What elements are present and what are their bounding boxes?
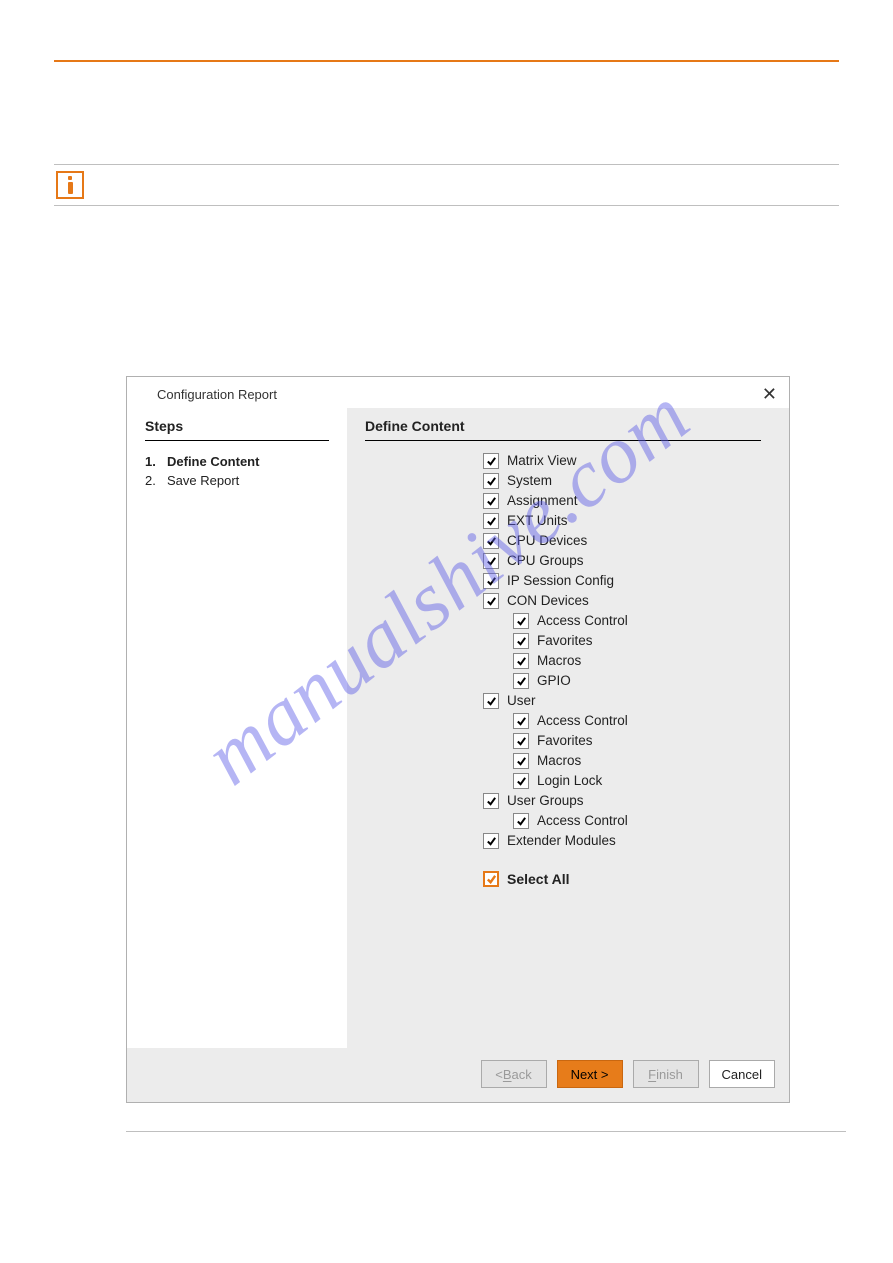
checkbox-row[interactable]: Extender Modules — [483, 833, 761, 849]
checkbox-label: Login Lock — [537, 774, 602, 788]
checkbox-label: Extender Modules — [507, 834, 616, 848]
checkbox-row[interactable]: CON Devices — [483, 593, 761, 609]
finish-post: inish — [656, 1067, 683, 1082]
checkbox-icon[interactable] — [483, 573, 499, 589]
dialog-title: Configuration Report — [127, 377, 789, 408]
checkbox-label: Favorites — [537, 734, 593, 748]
step-num: 1. — [145, 453, 167, 472]
step-label: Save Report — [167, 472, 239, 491]
checkbox-icon[interactable] — [513, 753, 529, 769]
checkbox-icon[interactable] — [483, 593, 499, 609]
checkbox-label: EXT Units — [507, 514, 568, 528]
checkbox-label: Favorites — [537, 634, 593, 648]
checkbox-label: Matrix View — [507, 454, 577, 468]
checkbox-icon[interactable] — [513, 733, 529, 749]
content-checklist: Matrix View System Assignment EXT Units CPU … — [365, 453, 761, 849]
back-button: < Back — [481, 1060, 547, 1088]
checkbox-row[interactable]: Access Control — [483, 713, 761, 729]
checkbox-row[interactable]: Macros — [483, 753, 761, 769]
checkbox-row[interactable]: System — [483, 473, 761, 489]
checkbox-row[interactable]: User Groups — [483, 793, 761, 809]
checkbox-label: Assignment — [507, 494, 578, 508]
checkbox-label: Access Control — [537, 614, 628, 628]
checkbox-icon[interactable] — [483, 453, 499, 469]
checkbox-row[interactable]: CPU Devices — [483, 533, 761, 549]
close-icon[interactable]: ✕ — [762, 385, 777, 403]
config-report-dialog: Configuration Report ✕ Steps 1.Define Co… — [126, 376, 790, 1103]
step-label: Define Content — [167, 453, 259, 472]
checkbox-label: CPU Devices — [507, 534, 587, 548]
steps-list: 1.Define Content2.Save Report — [145, 453, 329, 491]
button-bar: < Back Next > Finish Cancel — [127, 1048, 789, 1102]
checkbox-label: IP Session Config — [507, 574, 614, 588]
next-button[interactable]: Next > — [557, 1060, 623, 1088]
checkbox-icon[interactable] — [483, 553, 499, 569]
checkbox-icon[interactable] — [513, 613, 529, 629]
checkbox-label: System — [507, 474, 552, 488]
checkbox-icon[interactable] — [513, 633, 529, 649]
select-all-label: Select All — [507, 871, 570, 887]
checkbox-label: GPIO — [537, 674, 571, 688]
info-callout-row — [54, 164, 839, 206]
define-content-heading: Define Content — [365, 418, 761, 441]
checkbox-row[interactable]: IP Session Config — [483, 573, 761, 589]
checkbox-row[interactable]: User — [483, 693, 761, 709]
checkbox-icon[interactable] — [513, 773, 529, 789]
back-pre: < — [495, 1067, 503, 1082]
checkbox-label: CPU Groups — [507, 554, 584, 568]
checkbox-icon[interactable] — [483, 473, 499, 489]
checkbox-icon[interactable] — [483, 871, 499, 887]
checkbox-label: User — [507, 694, 536, 708]
checkbox-row[interactable]: GPIO — [483, 673, 761, 689]
checkbox-label: Access Control — [537, 714, 628, 728]
checkbox-icon[interactable] — [513, 813, 529, 829]
finish-mn: F — [648, 1067, 656, 1082]
checkbox-icon[interactable] — [513, 673, 529, 689]
checkbox-row[interactable]: Access Control — [483, 613, 761, 629]
cancel-button[interactable]: Cancel — [709, 1060, 775, 1088]
checkbox-icon[interactable] — [513, 653, 529, 669]
checkbox-row[interactable]: Access Control — [483, 813, 761, 829]
select-all-row[interactable]: Select All — [483, 871, 761, 887]
checkbox-icon[interactable] — [483, 513, 499, 529]
checkbox-row[interactable]: Macros — [483, 653, 761, 669]
checkbox-row[interactable]: EXT Units — [483, 513, 761, 529]
steps-heading: Steps — [145, 418, 329, 441]
checkbox-label: Access Control — [537, 814, 628, 828]
page-bottom-rule — [126, 1131, 846, 1132]
back-post: ack — [512, 1067, 532, 1082]
step-row: 1.Define Content — [145, 453, 329, 472]
checkbox-icon[interactable] — [513, 713, 529, 729]
finish-button: Finish — [633, 1060, 699, 1088]
checkbox-row[interactable]: CPU Groups — [483, 553, 761, 569]
checkbox-row[interactable]: Favorites — [483, 733, 761, 749]
checkbox-icon[interactable] — [483, 793, 499, 809]
steps-panel: Steps 1.Define Content2.Save Report — [127, 408, 347, 1048]
checkbox-row[interactable]: Matrix View — [483, 453, 761, 469]
info-icon — [56, 171, 84, 199]
checkbox-label: Macros — [537, 654, 581, 668]
content-panel: Define Content Matrix View System Assignme… — [347, 408, 789, 1048]
step-row: 2.Save Report — [145, 472, 329, 491]
checkbox-icon[interactable] — [483, 533, 499, 549]
back-mn: B — [503, 1067, 512, 1082]
checkbox-row[interactable]: Assignment — [483, 493, 761, 509]
page-top-rule — [54, 60, 839, 62]
checkbox-icon[interactable] — [483, 493, 499, 509]
checkbox-label: Macros — [537, 754, 581, 768]
checkbox-row[interactable]: Favorites — [483, 633, 761, 649]
checkbox-label: User Groups — [507, 794, 584, 808]
checkbox-row[interactable]: Login Lock — [483, 773, 761, 789]
checkbox-label: CON Devices — [507, 594, 589, 608]
step-num: 2. — [145, 472, 167, 491]
checkbox-icon[interactable] — [483, 693, 499, 709]
checkbox-icon[interactable] — [483, 833, 499, 849]
